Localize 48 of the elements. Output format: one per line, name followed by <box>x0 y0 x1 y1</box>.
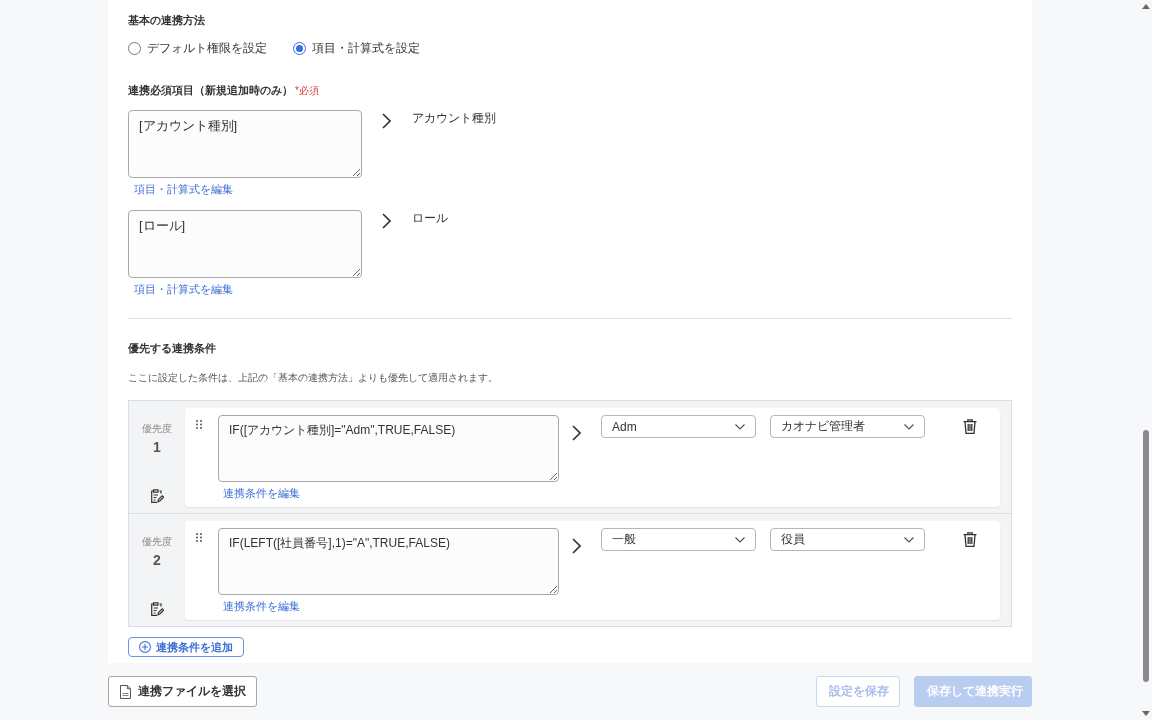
chevron-right-icon <box>382 213 391 229</box>
file-icon <box>119 684 131 699</box>
required-mark: *必須 <box>295 84 319 98</box>
trash-icon[interactable] <box>963 419 977 434</box>
select-file-button[interactable]: 連携ファイルを選択 <box>108 676 257 707</box>
scroll-up-arrow-icon[interactable] <box>1142 4 1150 9</box>
section-title: 基本の連携方法 <box>128 13 205 27</box>
priority-number: 1 <box>153 438 161 456</box>
clipboard-pencil-icon[interactable] <box>150 602 164 616</box>
description-text: ここに設定した条件は、上記の「基本の連携方法」よりも優先して適用されます。 <box>128 371 498 385</box>
condition-formula-field[interactable]: IF([アカウント種別]="Adm",TRUE,FALSE) <box>218 415 559 482</box>
radio-button[interactable] <box>128 41 141 55</box>
formula-field[interactable]: [ロール] <box>128 210 362 278</box>
priority-number: 2 <box>153 551 161 569</box>
formula-field[interactable]: [アカウント種別] <box>128 110 362 178</box>
drag-handle-icon[interactable] <box>196 533 202 542</box>
caret-down-icon <box>904 423 914 430</box>
radio-label[interactable]: デフォルト権限を設定 <box>147 40 267 56</box>
priority-label: 優先度 <box>142 422 172 436</box>
clipboard-pencil-icon[interactable] <box>150 489 164 503</box>
chevron-right-icon <box>572 425 581 441</box>
add-condition-button[interactable]: 連携条件を追加 <box>128 637 244 657</box>
target-field-label: アカウント種別 <box>412 110 496 126</box>
edit-condition-link[interactable]: 連携条件を編集 <box>223 599 300 613</box>
drag-handle-icon[interactable] <box>196 420 202 429</box>
scroll-down-arrow-icon[interactable] <box>1142 711 1150 716</box>
edit-formula-link[interactable]: 項目・計算式を編集 <box>134 182 233 196</box>
edit-formula-link[interactable]: 項目・計算式を編集 <box>134 282 233 296</box>
caret-down-icon <box>735 536 745 543</box>
value-dropdown[interactable]: 一般 <box>601 528 756 551</box>
condition-formula-field[interactable]: IF(LEFT([社員番号],1)="A",TRUE,FALSE) <box>218 528 559 595</box>
role-dropdown[interactable]: カオナビ管理者 <box>770 415 925 438</box>
section-title: 連携必須項目（新規追加時のみ） <box>128 83 293 97</box>
plus-circle-icon <box>139 641 151 653</box>
edit-condition-link[interactable]: 連携条件を編集 <box>223 486 300 500</box>
radio-label[interactable]: 項目・計算式を設定 <box>312 40 420 56</box>
caret-down-icon <box>904 536 914 543</box>
value-dropdown[interactable]: Adm <box>601 415 756 438</box>
caret-down-icon <box>735 423 745 430</box>
section-title: 優先する連携条件 <box>128 341 216 355</box>
role-dropdown[interactable]: 役員 <box>770 528 925 551</box>
trash-icon[interactable] <box>963 532 977 547</box>
chevron-right-icon <box>382 113 391 129</box>
priority-label: 優先度 <box>142 535 172 549</box>
chevron-right-icon <box>572 538 581 554</box>
radio-button[interactable] <box>293 41 306 55</box>
scroll-thumb[interactable] <box>1143 430 1149 682</box>
target-field-label: ロール <box>412 210 448 226</box>
